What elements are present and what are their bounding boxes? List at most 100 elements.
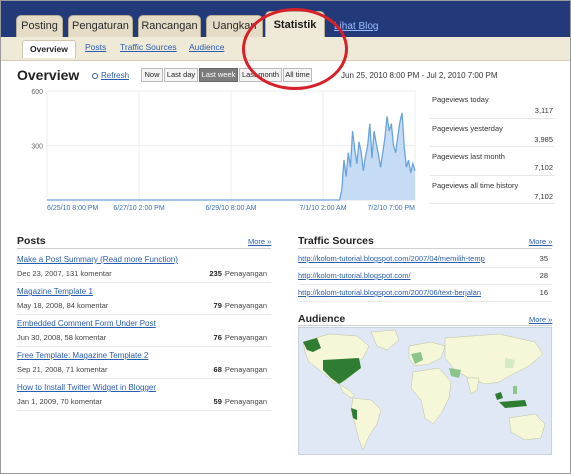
traffic-url-link[interactable]: http://kolom-tutorial.blogspot.com/2007/… [298,254,520,263]
map-region-malaysia [495,392,503,400]
map-region-central-america [338,383,356,399]
post-views: 79 Penayangan [214,301,267,310]
pageviews-chart-svg: 600 300 6/25/10 8:00 PM 6/27/10 2:00 PM 6/29… [31,89,416,212]
stat-label: Pageviews last month [432,152,505,161]
post-title-link[interactable]: Free Template: Magazine Template 2 [17,351,148,360]
audience-more-link[interactable]: More » [529,315,552,324]
map-region-greenland [370,329,400,351]
post-views-count: 59 [213,397,222,406]
subtab-audience[interactable]: Audience [189,42,224,52]
map-region-usa [323,358,361,384]
chart-x-tick-label: 6/29/10 8:00 AM [206,205,257,212]
pageviews-chart: 600 300 6/25/10 8:00 PM 6/27/10 2:00 PM 6/29… [17,88,421,214]
post-views-count: 235 [209,269,222,278]
tab-pengaturan[interactable]: Pengaturan [68,15,133,37]
page-title: Overview [17,67,80,83]
traffic-row: http://kolom-tutorial.blogspot.com/2007/… [298,285,552,302]
tab-label: Rancangan [141,20,198,32]
chart-y-tick-label: 300 [31,144,43,151]
post-title-link[interactable]: Embedded Comment Form Under Post [17,319,156,328]
refresh-link[interactable]: Refresh [92,71,129,80]
chart-x-tick-label: 6/25/10 8:00 PM [47,205,99,212]
range-last-day-button[interactable]: Last day [164,68,198,82]
audience-heading: Audience [298,313,346,325]
post-views: 235 Penayangan [209,269,267,278]
post-views-label: Penayangan [224,365,267,374]
date-range-label: Jun 25, 2010 8:00 PM - Jul 2, 2010 7:00 … [341,71,498,80]
post-views: 68 Penayangan [214,365,267,374]
post-views-count: 76 [213,333,222,342]
post-meta: May 18, 2008, 84 komentar [17,301,109,310]
post-views-count: 68 [213,365,222,374]
traffic-row: http://kolom-tutorial.blogspot.com/2007/… [298,251,552,268]
divider [298,248,552,249]
post-meta: Jun 30, 2008, 58 komentar [17,333,107,342]
posts-heading: Posts [17,235,46,247]
tab-posting[interactable]: Posting [16,15,63,37]
range-last-week-button[interactable]: Last week [199,68,238,82]
post-views-label: Penayangan [224,301,267,310]
stat-value: 3,985 [534,134,553,144]
tab-label: Pengaturan [72,20,129,32]
traffic-url-link[interactable]: http://kolom-tutorial.blogspot.com/2007/… [298,288,520,297]
map-region-australia [508,413,546,441]
tab-label: Posting [21,20,58,32]
map-region-africa [410,367,452,425]
tab-rancangan[interactable]: Rancangan [138,15,201,37]
chart-x-tick-label: 7/1/10 2:00 AM [299,205,346,212]
traffic-more-link[interactable]: More » [529,237,552,246]
stat-today: Pageviews today 3,117 [430,90,555,119]
audience-world-map[interactable] [298,327,552,455]
map-region-philippines [513,386,517,394]
post-views-label: Penayangan [224,333,267,342]
stat-value: 7,102 [534,163,553,172]
annotation-circle [242,8,348,90]
range-now-button[interactable]: Now [141,68,163,82]
post-views-label: Penayangan [224,397,267,406]
map-region-asia [444,333,544,385]
post-views-label: Penayangan [224,269,267,278]
post-meta: Sep 21, 2008, 71 komentar [17,365,108,374]
post-row: Make a Post Summary (Read more Function)… [17,252,271,283]
post-row: Embedded Comment Form Under Post Jun 30,… [17,316,271,347]
traffic-count: 35 [539,254,548,263]
subtab-traffic-sources[interactable]: Traffic Sources [120,42,177,52]
map-region-indonesia [499,400,527,408]
chart-x-tick-label: 6/27/10 2:00 PM [113,205,165,212]
traffic-count: 16 [539,288,548,297]
stat-label: Pageviews yesterday [432,123,503,133]
stat-all-time: Pageviews all time history 7,102 [430,176,555,204]
refresh-icon [92,73,98,79]
traffic-url-link[interactable]: http://kolom-tutorial.blogspot.com/ [298,271,520,280]
map-region-india [466,377,480,395]
stat-value: 7,102 [534,191,553,201]
post-title-link[interactable]: Magazine Template 1 [17,287,93,296]
post-title-link[interactable]: Make a Post Summary (Read more Function) [17,255,178,264]
post-views: 76 Penayangan [214,333,267,342]
chart-x-tick-label: 7/2/10 7:00 PM [368,205,416,212]
subtab-posts[interactable]: Posts [85,42,106,52]
stat-last-month: Pageviews last month 7,102 [430,147,555,176]
posts-more-link[interactable]: More » [248,237,271,246]
traffic-count: 28 [539,271,548,280]
stat-value: 3,117 [534,106,553,115]
post-meta: Jan 1, 2009, 70 komentar [17,397,103,406]
traffic-row: http://kolom-tutorial.blogspot.com/ 28 [298,268,552,285]
post-meta: Dec 23, 2007, 131 komentar [17,269,112,278]
stat-label: Pageviews today [432,95,489,104]
stats-panel: Pageviews today 3,117 Pageviews yesterda… [430,90,555,204]
post-title-link[interactable]: How to Install Twitter Widget in Blogger [17,383,156,392]
post-views-count: 79 [213,301,222,310]
traffic-heading: Traffic Sources [298,235,374,247]
post-row: How to Install Twitter Widget in Blogger… [17,380,271,411]
post-views: 59 Penayangan [214,397,267,406]
refresh-label: Refresh [101,71,130,80]
stat-yesterday: Pageviews yesterday 3,985 [430,119,555,147]
world-map-svg [302,329,546,451]
divider [17,248,271,249]
divider [298,325,552,326]
subtab-overview[interactable]: Overview [22,40,76,58]
map-region-south-america [350,397,382,451]
post-row: Magazine Template 1 May 18, 2008, 84 kom… [17,284,271,315]
stat-label: Pageviews all time history [432,180,519,190]
